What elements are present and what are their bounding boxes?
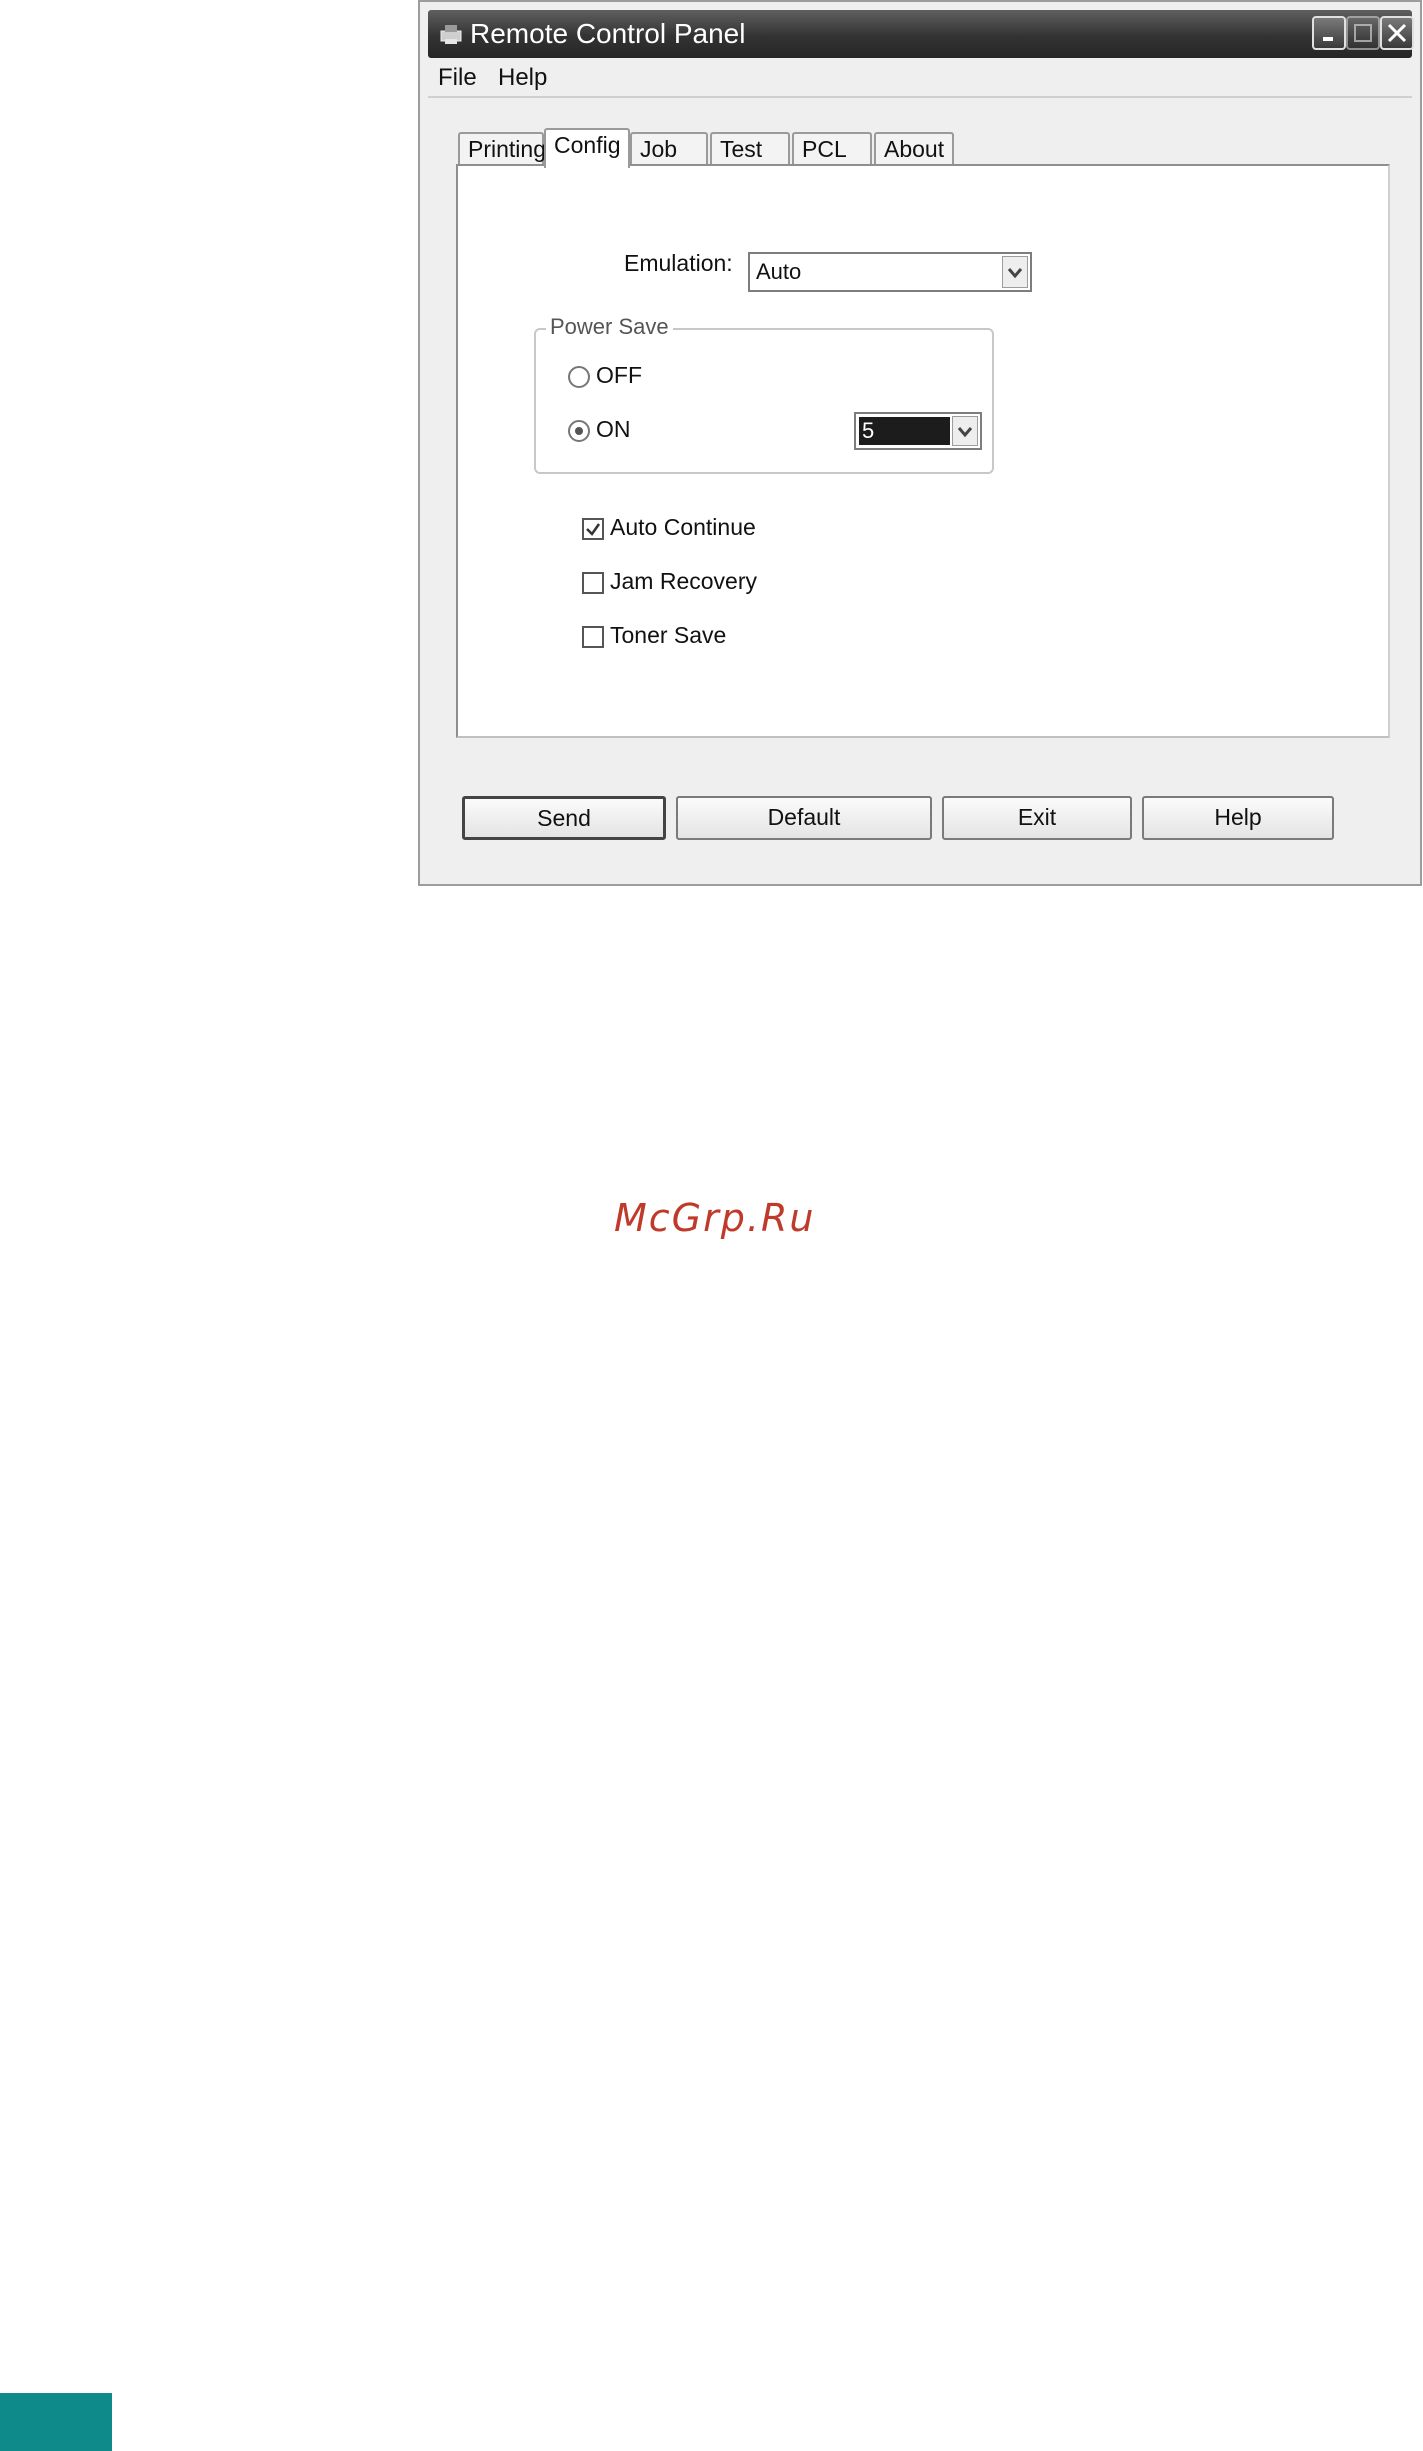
emulation-select[interactable]: Auto	[748, 252, 1032, 292]
tab-job[interactable]: Job	[630, 132, 708, 166]
auto-continue-label[interactable]: Auto Continue	[610, 514, 756, 541]
chevron-down-icon[interactable]	[1002, 256, 1028, 288]
default-button[interactable]: Default	[676, 796, 932, 840]
power-save-on-label[interactable]: ON	[596, 416, 631, 443]
watermark-text: McGrp.Ru	[614, 1196, 816, 1240]
title-bar[interactable]: Remote Control Panel	[428, 10, 1414, 58]
help-button[interactable]: Help	[1142, 796, 1334, 840]
menu-file[interactable]: File	[438, 64, 477, 92]
close-button[interactable]	[1380, 16, 1414, 50]
toner-save-checkbox[interactable]	[582, 626, 604, 648]
tab-printing[interactable]: Printing	[458, 132, 546, 166]
power-save-title: Power Save	[546, 314, 673, 340]
tab-about[interactable]: About	[874, 132, 954, 166]
page-corner-tab	[0, 2393, 112, 2451]
window-title: Remote Control Panel	[470, 18, 746, 49]
chevron-down-icon[interactable]	[952, 416, 978, 446]
emulation-value: Auto	[756, 259, 802, 284]
power-save-on-radio[interactable]	[568, 420, 590, 442]
maximize-icon	[1354, 24, 1372, 42]
emulation-label: Emulation:	[624, 250, 733, 276]
minimize-icon	[1323, 37, 1333, 41]
remote-control-panel-window: Remote Control Panel File Help Printing …	[418, 0, 1422, 886]
maximize-button[interactable]	[1346, 16, 1380, 50]
close-icon	[1387, 23, 1407, 43]
tab-config[interactable]: Config	[544, 128, 630, 168]
jam-recovery-label[interactable]: Jam Recovery	[610, 568, 757, 595]
power-save-timeout-value: 5	[859, 417, 950, 445]
checkmark-icon	[586, 523, 601, 536]
toner-save-label[interactable]: Toner Save	[610, 622, 726, 649]
exit-button[interactable]: Exit	[942, 796, 1132, 840]
power-save-off-label[interactable]: OFF	[596, 362, 642, 389]
minimize-button[interactable]	[1312, 16, 1346, 50]
send-button[interactable]: Send	[462, 796, 666, 840]
printer-icon	[440, 25, 462, 44]
tab-test[interactable]: Test	[710, 132, 790, 166]
auto-continue-checkbox[interactable]	[582, 518, 604, 540]
power-save-timeout-select[interactable]: 5	[854, 412, 982, 450]
menu-bar: File Help	[428, 60, 1412, 98]
jam-recovery-checkbox[interactable]	[582, 572, 604, 594]
power-save-off-radio[interactable]	[568, 366, 590, 388]
menu-help[interactable]: Help	[498, 64, 547, 92]
power-save-group: Power Save OFF ON 5	[534, 314, 994, 474]
config-tab-panel: Emulation: Auto Power Save OFF ON 5 Auto…	[456, 164, 1390, 738]
tab-pcl[interactable]: PCL	[792, 132, 872, 166]
